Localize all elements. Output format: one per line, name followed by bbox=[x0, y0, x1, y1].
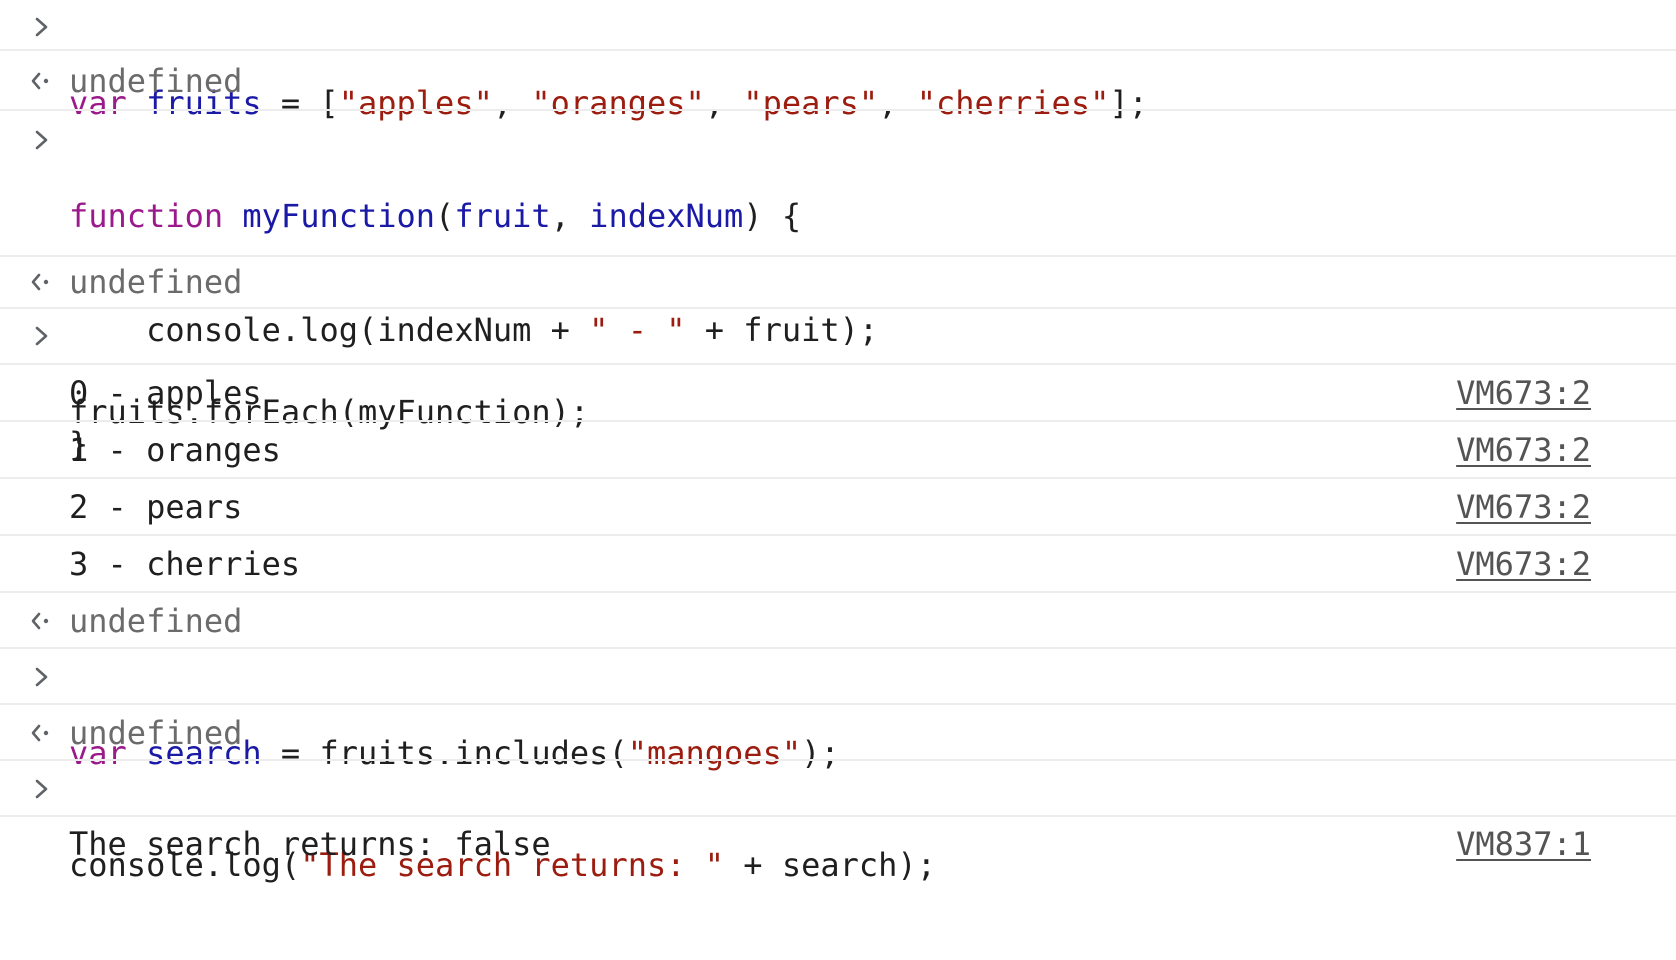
source-link[interactable]: VM673:2 bbox=[1456, 374, 1591, 412]
return-arrow-icon bbox=[28, 714, 56, 752]
console-input-row[interactable]: console.log("The search returns: " + sea… bbox=[0, 761, 1676, 884]
result-value: undefined bbox=[69, 263, 243, 301]
source-link[interactable]: VM673:2 bbox=[1456, 545, 1591, 583]
console-log-row[interactable]: 1 - oranges VM673:2 bbox=[0, 422, 1676, 479]
variable-token: indexNum bbox=[589, 197, 744, 235]
result-value: undefined bbox=[69, 714, 243, 752]
console-log-row[interactable]: 2 - pears VM673:2 bbox=[0, 479, 1676, 536]
log-message: The search returns: false bbox=[69, 825, 551, 863]
console-log-row[interactable]: The search returns: false VM837:1 bbox=[0, 817, 1676, 873]
log-message: 3 - cherries bbox=[69, 545, 301, 583]
variable-token: fruit bbox=[454, 197, 551, 235]
console-log-row[interactable]: 0 - apples VM673:2 bbox=[0, 365, 1676, 422]
variable-token: myFunction bbox=[242, 197, 436, 235]
source-link[interactable]: VM673:2 bbox=[1456, 431, 1591, 469]
console-result-row[interactable]: undefined bbox=[0, 257, 1676, 309]
console-input-row[interactable]: fruits.forEach(myFunction); bbox=[0, 309, 1676, 431]
source-link[interactable]: VM837:1 bbox=[1456, 825, 1591, 863]
return-arrow-icon bbox=[28, 602, 56, 640]
chevron-right-icon bbox=[28, 658, 56, 696]
code-token: ( bbox=[435, 197, 455, 235]
console-log-row[interactable]: 3 - cherries VM673:2 bbox=[0, 536, 1676, 593]
return-arrow-icon bbox=[28, 62, 56, 100]
code-token: , bbox=[550, 197, 590, 235]
chevron-right-icon bbox=[28, 8, 56, 46]
console-input-row[interactable]: var fruits = ["apples", "oranges", "pear… bbox=[0, 0, 1676, 122]
keyword-token: function bbox=[69, 197, 224, 235]
chevron-right-icon bbox=[28, 770, 56, 808]
log-message: 0 - apples bbox=[69, 374, 262, 412]
log-message: 1 - oranges bbox=[69, 431, 281, 469]
console-result-row[interactable]: undefined bbox=[0, 51, 1676, 111]
result-value: undefined bbox=[69, 62, 243, 100]
code-token: ) { bbox=[743, 197, 802, 235]
console-panel: var fruits = ["apples", "oranges", "pear… bbox=[0, 0, 1676, 884]
chevron-right-icon bbox=[28, 121, 56, 159]
log-message: 2 - pears bbox=[69, 488, 243, 526]
return-arrow-icon bbox=[28, 263, 56, 301]
console-input-row[interactable]: var search = fruits.includes("mangoes"); bbox=[0, 649, 1676, 772]
chevron-right-icon bbox=[28, 317, 56, 355]
source-link[interactable]: VM673:2 bbox=[1456, 488, 1591, 526]
result-value: undefined bbox=[69, 602, 243, 640]
console-result-row[interactable]: undefined bbox=[0, 705, 1676, 761]
console-input-row[interactable]: function myFunction(fruit, indexNum) { c… bbox=[0, 111, 1676, 463]
console-result-row[interactable]: undefined bbox=[0, 593, 1676, 649]
